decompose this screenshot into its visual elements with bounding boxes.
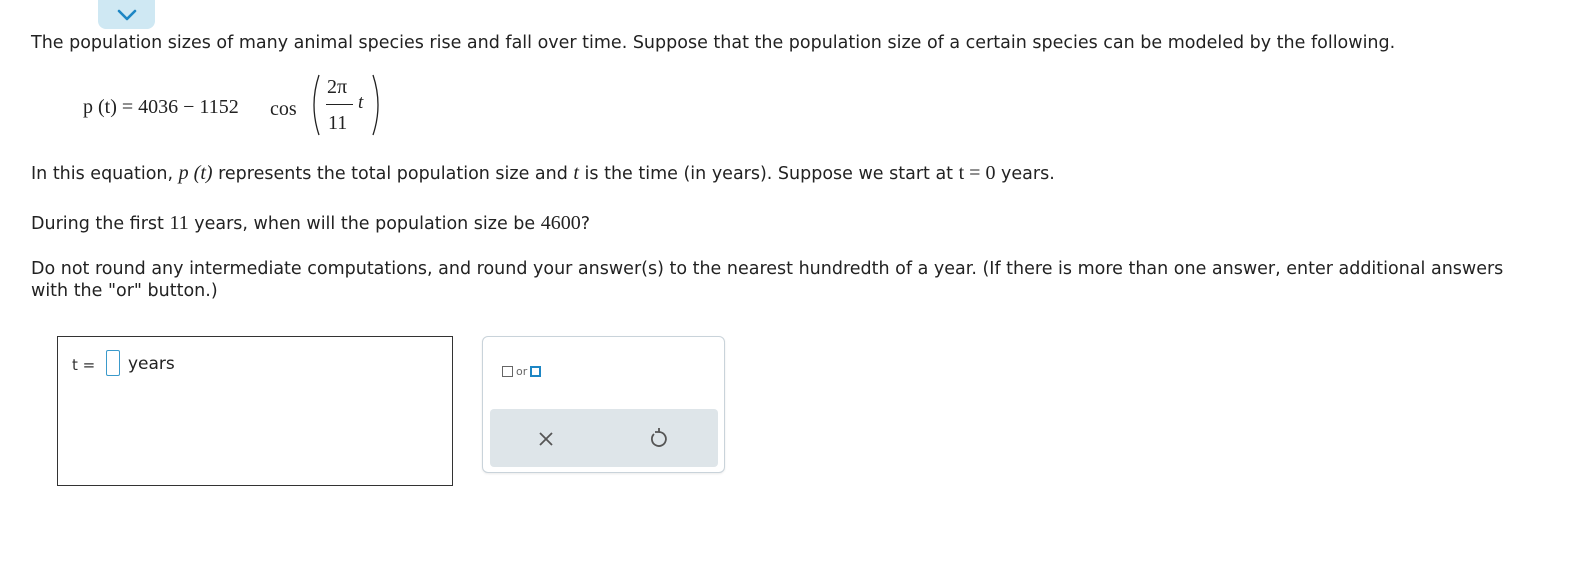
question-prompt: During the first 11 years, when will the…	[31, 212, 590, 235]
or-label: or	[516, 364, 528, 378]
question-text: is the time (in years). Suppose we start…	[578, 164, 959, 184]
problem-intro: The population sizes of many animal spec…	[31, 33, 1396, 53]
inline-math-target: 4600	[540, 212, 581, 234]
formula-denominator: 11	[328, 112, 348, 134]
empty-box-icon	[502, 365, 513, 377]
collapse-toggle-button[interactable]	[98, 0, 155, 29]
answer-area: t = years	[57, 336, 453, 486]
inline-math-p-of-t: p (t)	[178, 162, 213, 184]
left-paren-icon	[313, 74, 320, 136]
inline-math-years: 11	[169, 212, 189, 234]
formula-variable: t	[358, 92, 364, 113]
fraction-bar	[326, 104, 353, 105]
answer-input[interactable]	[106, 350, 120, 376]
inline-math-start: t = 0	[958, 162, 996, 184]
answer-tools-panel: or	[482, 336, 725, 473]
undo-button[interactable]	[645, 425, 673, 453]
or-button[interactable]: or	[502, 361, 542, 381]
rounding-instructions: Do not round any intermediate computatio…	[31, 259, 1504, 301]
question-text: ?	[580, 214, 591, 234]
active-box-icon	[530, 365, 542, 377]
tool-bar	[490, 409, 718, 467]
right-paren-icon	[372, 74, 379, 136]
x-icon	[539, 432, 553, 446]
question-text: represents the total population size and	[212, 164, 574, 184]
question-text: In this equation,	[31, 164, 179, 184]
answer-label: t =	[72, 356, 96, 374]
question-text: During the first	[31, 214, 170, 234]
formula-cos: cos	[270, 98, 297, 120]
formula-numerator: 2π	[327, 76, 348, 98]
question-text: years, when will the population size be	[188, 214, 541, 234]
question-text: years.	[995, 164, 1055, 184]
undo-icon	[651, 428, 667, 447]
chevron-down-icon	[117, 9, 136, 20]
formula-lhs: p (t) = 4036 − 1152	[83, 96, 239, 118]
answer-units: years	[128, 354, 175, 374]
question-definition: In this equation, p (t) represents the t…	[31, 162, 1055, 185]
clear-button[interactable]	[532, 426, 560, 452]
